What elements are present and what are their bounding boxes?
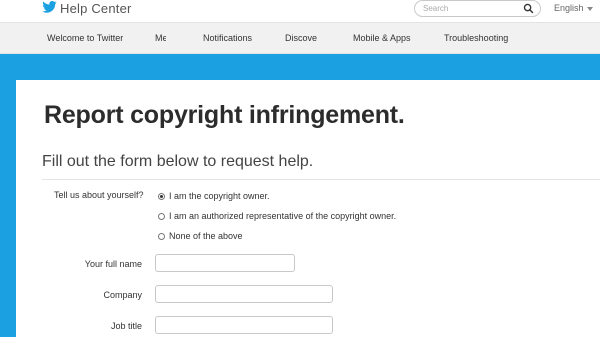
radio-option-owner[interactable]: I am the copyright owner.	[158, 191, 270, 201]
nav-item-me[interactable]: Me	[155, 33, 166, 43]
twitter-bird-icon[interactable]	[42, 1, 57, 13]
main-nav: Welcome to Twitter Me Notifications Disc…	[0, 22, 600, 54]
full-name-field[interactable]	[155, 254, 295, 272]
question-label: Tell us about yourself?	[54, 190, 144, 200]
radio-option-none[interactable]: None of the above	[158, 231, 243, 241]
search-icon[interactable]	[523, 3, 534, 14]
company-field[interactable]	[155, 285, 333, 303]
job-title-label: Job title	[110, 321, 142, 331]
radio-option-representative[interactable]: I am an authorized representative of the…	[158, 211, 396, 221]
help-center-title[interactable]: Help Center	[60, 1, 132, 16]
top-header: Help Center English	[0, 0, 600, 22]
radio-label: None of the above	[169, 231, 243, 241]
chevron-down-icon	[586, 6, 593, 11]
nav-item-notifications[interactable]: Notifications	[203, 33, 252, 43]
nav-item-welcome[interactable]: Welcome to Twitter	[47, 33, 123, 43]
search-input[interactable]	[423, 2, 523, 15]
job-title-field[interactable]	[155, 316, 333, 334]
language-label: English	[554, 3, 584, 13]
radio-button-selected[interactable]	[158, 193, 165, 200]
nav-item-troubleshooting[interactable]: Troubleshooting	[444, 33, 508, 43]
radio-button[interactable]	[158, 213, 165, 220]
radio-label: I am an authorized representative of the…	[169, 211, 397, 221]
nav-item-discover[interactable]: Discover	[285, 33, 317, 43]
page-title: Report copyright infringement.	[44, 101, 405, 129]
radio-label: I am the copyright owner.	[169, 191, 270, 201]
full-name-label: Your full name	[84, 259, 142, 269]
radio-button[interactable]	[158, 233, 165, 240]
divider	[42, 179, 600, 180]
company-label: Company	[103, 290, 142, 300]
language-selector[interactable]: English	[554, 3, 593, 13]
nav-item-mobile-apps[interactable]: Mobile & Apps	[353, 33, 411, 43]
form-card: Report copyright infringement. Fill out …	[16, 80, 600, 337]
search-box[interactable]	[414, 0, 541, 17]
form-subtitle: Fill out the form below to request help.	[42, 153, 314, 170]
